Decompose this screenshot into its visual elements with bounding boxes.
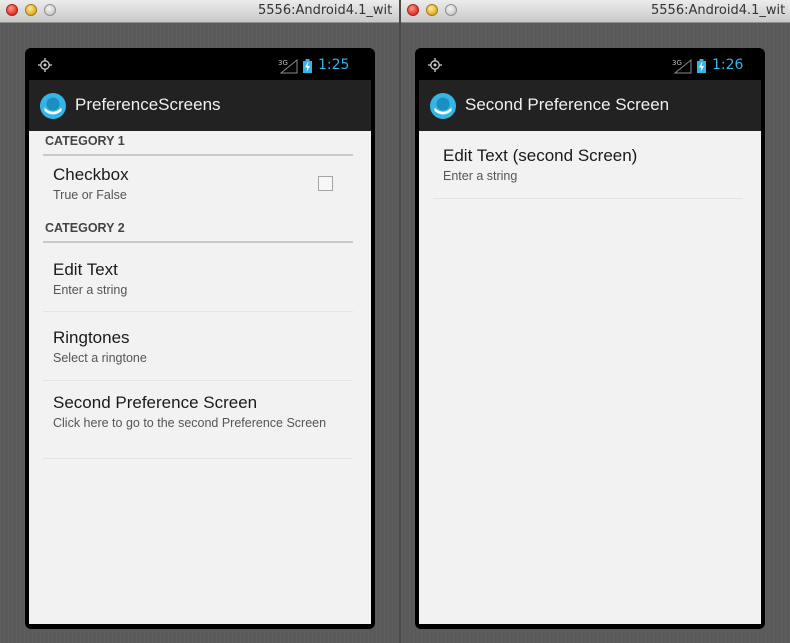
action-bar-title: Second Preference Screen (465, 95, 670, 114)
window-title: 5556:Android4.1_wit (651, 3, 786, 18)
action-bar-title: PreferenceScreens (75, 95, 221, 114)
device-screen: 3G 1:26 Second Preference Screen Edit Te… (419, 51, 761, 624)
network-label: 3G (278, 59, 288, 67)
preference-title: Edit Text (second Screen) (443, 146, 638, 165)
action-bar: Second Preference Screen (419, 80, 761, 131)
category-header-1: CATEGORY 1 (43, 131, 353, 156)
device-screen: 3G 1:25 PreferenceScreens CATEGORY 1 Che… (29, 51, 371, 624)
network-label: 3G (672, 59, 682, 67)
edit-text-preference[interactable]: Edit Text Enter a string (43, 244, 353, 312)
preference-summary: Enter a string (443, 169, 518, 183)
category-header-2: CATEGORY 2 (43, 218, 353, 243)
app-icon[interactable] (429, 92, 457, 120)
window-title: 5556:Android4.1_wit (258, 3, 393, 18)
gps-icon (38, 58, 52, 72)
second-screen-preference[interactable]: Second Preference Screen Click here to g… (43, 381, 353, 459)
preference-title: Ringtones (53, 328, 130, 347)
edit-text-second-preference[interactable]: Edit Text (second Screen) Enter a string (433, 131, 743, 199)
device-frame: 3G 1:25 PreferenceScreens CATEGORY 1 Che… (25, 48, 375, 629)
preference-title: Second Preference Screen (53, 393, 258, 412)
minimize-window-button[interactable] (426, 4, 438, 16)
window-titlebar[interactable]: 5556:Android4.1_wit (0, 0, 399, 23)
battery-charging-icon (303, 59, 312, 73)
action-bar: PreferenceScreens (29, 80, 371, 131)
preference-summary: True or False (53, 188, 127, 202)
zoom-window-button[interactable] (445, 4, 457, 16)
signal-3g-icon: 3G (672, 58, 692, 74)
preference-summary: Click here to go to the second Preferenc… (53, 416, 327, 430)
preference-title: Edit Text (53, 260, 118, 279)
preference-list: CATEGORY 1 Checkbox True or False CATEGO… (29, 131, 371, 624)
preference-summary: Enter a string (53, 283, 128, 297)
ringtone-preference[interactable]: Ringtones Select a ringtone (43, 312, 353, 381)
status-bar: 3G 1:25 (29, 51, 371, 80)
minimize-window-button[interactable] (25, 4, 37, 16)
app-icon[interactable] (39, 92, 67, 120)
preference-summary: Select a ringtone (53, 351, 147, 365)
emulator-window-left: 5556:Android4.1_wit 3G 1:25 PreferenceSc… (0, 0, 399, 643)
checkbox[interactable] (318, 176, 333, 191)
signal-3g-icon: 3G (278, 58, 298, 74)
checkbox-preference[interactable]: Checkbox True or False (43, 157, 353, 219)
close-window-button[interactable] (407, 4, 419, 16)
emulator-window-right: 5556:Android4.1_wit 3G 1:26 Second Prefe… (401, 0, 790, 643)
device-frame: 3G 1:26 Second Preference Screen Edit Te… (415, 48, 765, 629)
gps-icon (428, 58, 442, 72)
preference-title: Checkbox (53, 165, 129, 184)
preference-list: Edit Text (second Screen) Enter a string (419, 131, 761, 624)
close-window-button[interactable] (6, 4, 18, 16)
status-clock: 1:25 (318, 57, 350, 73)
zoom-window-button[interactable] (44, 4, 56, 16)
battery-charging-icon (697, 59, 706, 73)
status-bar: 3G 1:26 (419, 51, 761, 80)
window-titlebar[interactable]: 5556:Android4.1_wit (401, 0, 790, 23)
status-clock: 1:26 (712, 57, 744, 73)
